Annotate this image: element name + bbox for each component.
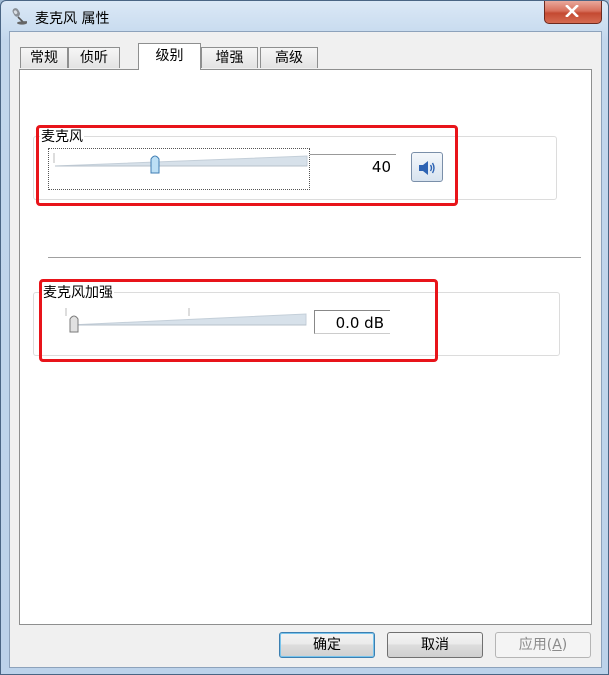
tab-levels[interactable]: 级别 [138, 43, 201, 70]
apply-accelerator: A [552, 637, 562, 653]
cancel-button[interactable]: 取消 [387, 632, 483, 658]
boost-highlight [39, 279, 438, 362]
tab-general[interactable]: 常规 [20, 47, 68, 68]
dialog-body: 常规 侦听 级别 增强 高级 麦克风 40 麦克风加强 0.0 dB 确定 取消… [9, 31, 602, 668]
apply-label-prefix: 应用( [518, 637, 553, 653]
separator-line [48, 257, 581, 258]
ok-button[interactable]: 确定 [279, 632, 375, 658]
tab-listen[interactable]: 侦听 [68, 47, 120, 68]
properties-window: 麦克风 属性 常规 侦听 级别 增强 高级 麦克风 40 麦克风加强 0.0 d… [0, 0, 609, 675]
tab-advanced[interactable]: 高级 [260, 47, 318, 68]
microphone-highlight [36, 125, 458, 206]
levels-panel: 麦克风 40 麦克风加强 0.0 dB [19, 69, 592, 625]
microphone-icon [10, 7, 28, 25]
close-icon [565, 5, 579, 17]
window-title: 麦克风 属性 [35, 11, 110, 27]
tab-enhancements[interactable]: 增强 [201, 47, 258, 68]
title-bar[interactable]: 麦克风 属性 [1, 1, 608, 31]
close-button[interactable] [544, 1, 602, 24]
apply-label-suffix: ) [561, 637, 568, 653]
apply-button[interactable]: 应用(A) [495, 632, 591, 658]
